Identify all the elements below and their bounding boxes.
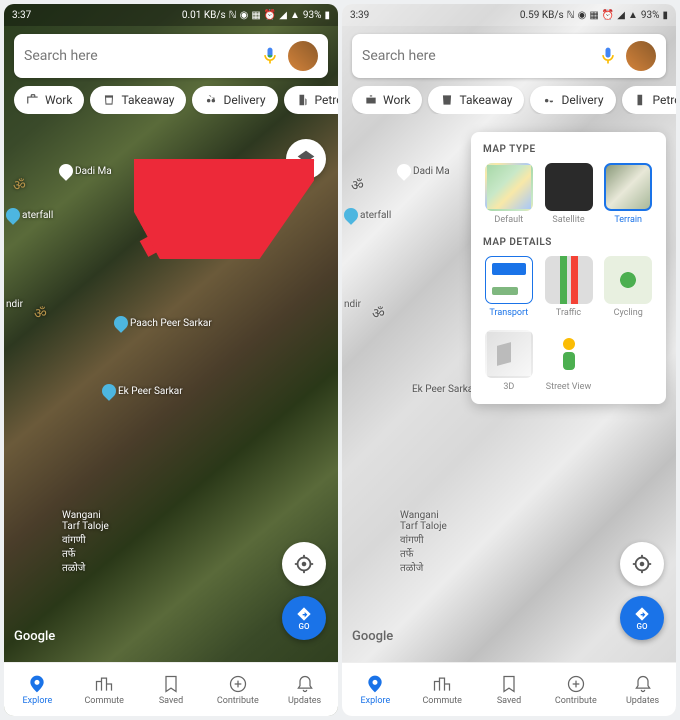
map-detail-streetview[interactable]: Street View	[543, 330, 595, 392]
go-button[interactable]: GO	[282, 596, 326, 640]
chip-petrol[interactable]: Petrol	[284, 86, 338, 114]
mic-icon[interactable]	[260, 46, 280, 66]
search-placeholder: Search here	[24, 48, 260, 64]
nav-commute[interactable]: Commute	[409, 663, 476, 716]
poi-paach[interactable]: Paach Peer Sarkar	[114, 316, 212, 330]
poi-wangani[interactable]: WanganiTarf Talojeवांगणीतर्फेतळोजे	[62, 510, 109, 574]
chip-takeaway[interactable]: Takeaway	[428, 86, 524, 114]
map-type-default[interactable]: Default	[483, 163, 535, 225]
poi-ek[interactable]: Ek Peer Sarkar	[412, 384, 477, 395]
status-bar: 3:39 0.59 KB/s ℕ◉▦⏰◢▲ 93%▮	[342, 4, 676, 26]
crosshair-icon	[293, 553, 315, 575]
poi-waterfall[interactable]: aterfall	[6, 208, 53, 222]
nav-contribute[interactable]: Contribute	[204, 663, 271, 716]
category-chips: Work Takeaway Delivery Petrol	[352, 86, 676, 114]
status-battery: 93%	[641, 10, 660, 21]
locate-button[interactable]	[282, 542, 326, 586]
map-detail-traffic[interactable]: Traffic	[543, 256, 595, 318]
status-net: 0.59 KB/s	[520, 10, 564, 21]
nav-saved[interactable]: Saved	[476, 663, 543, 716]
nav-explore[interactable]: Explore	[342, 663, 409, 716]
chip-takeaway[interactable]: Takeaway	[90, 86, 186, 114]
vibrate-icon: ▦	[251, 10, 260, 21]
map-type-heading: MAP TYPE	[483, 144, 654, 155]
nfc-icon: ℕ	[229, 10, 237, 21]
poi-wangani[interactable]: WanganiTarf Talojeवांगणीतर्फेतळोजे	[400, 510, 447, 574]
directions-icon	[296, 606, 312, 622]
chip-petrol[interactable]: Petrol	[622, 86, 676, 114]
status-time: 3:37	[12, 10, 31, 21]
layers-panel: MAP TYPE Default Satellite Terrain MAP D…	[471, 132, 666, 404]
poi-mandir[interactable]: ndir	[6, 299, 23, 310]
location-icon: ◉	[240, 10, 249, 21]
map-detail-3d[interactable]: 3D	[483, 330, 535, 392]
profile-avatar[interactable]	[288, 41, 318, 71]
go-button[interactable]: GO	[620, 596, 664, 640]
poi-dadi-ma[interactable]: Dadi Ma	[397, 164, 450, 178]
locate-button[interactable]	[620, 542, 664, 586]
status-bar: 3:37 0.01 KB/s ℕ◉▦ ⏰◢▲ 93%▮	[4, 4, 338, 26]
profile-avatar[interactable]	[626, 41, 656, 71]
status-net: 0.01 KB/s	[182, 10, 226, 21]
annotation-arrow	[134, 159, 314, 259]
mic-icon[interactable]	[598, 46, 618, 66]
poi-temple-1[interactable]: ॐ	[13, 176, 26, 195]
nav-contribute[interactable]: Contribute	[542, 663, 609, 716]
search-placeholder: Search here	[362, 48, 598, 64]
chip-work[interactable]: Work	[14, 86, 84, 114]
poi-mandir[interactable]: ndir	[344, 299, 361, 310]
chip-delivery[interactable]: Delivery	[530, 86, 615, 114]
wifi-icon: ◢	[279, 10, 287, 21]
nav-commute[interactable]: Commute	[71, 663, 138, 716]
map-detail-transport[interactable]: Transport	[483, 256, 535, 318]
battery-icon: ▮	[324, 10, 330, 21]
map-type-terrain[interactable]: Terrain	[602, 163, 654, 225]
bottom-nav: Explore Commute Saved Contribute Updates	[4, 662, 338, 716]
map-type-satellite[interactable]: Satellite	[543, 163, 595, 225]
poi-waterfall[interactable]: aterfall	[344, 208, 391, 222]
chip-work[interactable]: Work	[352, 86, 422, 114]
nav-updates[interactable]: Updates	[271, 663, 338, 716]
poi-dadi-ma[interactable]: Dadi Ma	[59, 164, 112, 178]
signal-icon: ▲	[290, 10, 300, 21]
poi-temple-1[interactable]: ॐ	[351, 176, 364, 195]
nav-saved[interactable]: Saved	[138, 663, 205, 716]
poi-temple-2[interactable]: ॐ	[34, 304, 47, 323]
search-bar[interactable]: Search here	[14, 34, 328, 78]
nav-updates[interactable]: Updates	[609, 663, 676, 716]
nav-explore[interactable]: Explore	[4, 663, 71, 716]
map-detail-cycling[interactable]: Cycling	[602, 256, 654, 318]
poi-ek[interactable]: Ek Peer Sarkar	[102, 384, 183, 398]
category-chips: Work Takeaway Delivery Petrol	[14, 86, 338, 114]
search-bar[interactable]: Search here	[352, 34, 666, 78]
status-battery: 93%	[303, 10, 322, 21]
google-logo: Google	[352, 629, 393, 644]
poi-temple-2[interactable]: ॐ	[372, 304, 385, 323]
bottom-nav: Explore Commute Saved Contribute Updates	[342, 662, 676, 716]
chip-delivery[interactable]: Delivery	[192, 86, 277, 114]
alarm-icon: ⏰	[264, 10, 276, 21]
status-time: 3:39	[350, 10, 369, 21]
google-logo: Google	[14, 629, 55, 644]
map-details-heading: MAP DETAILS	[483, 237, 654, 248]
